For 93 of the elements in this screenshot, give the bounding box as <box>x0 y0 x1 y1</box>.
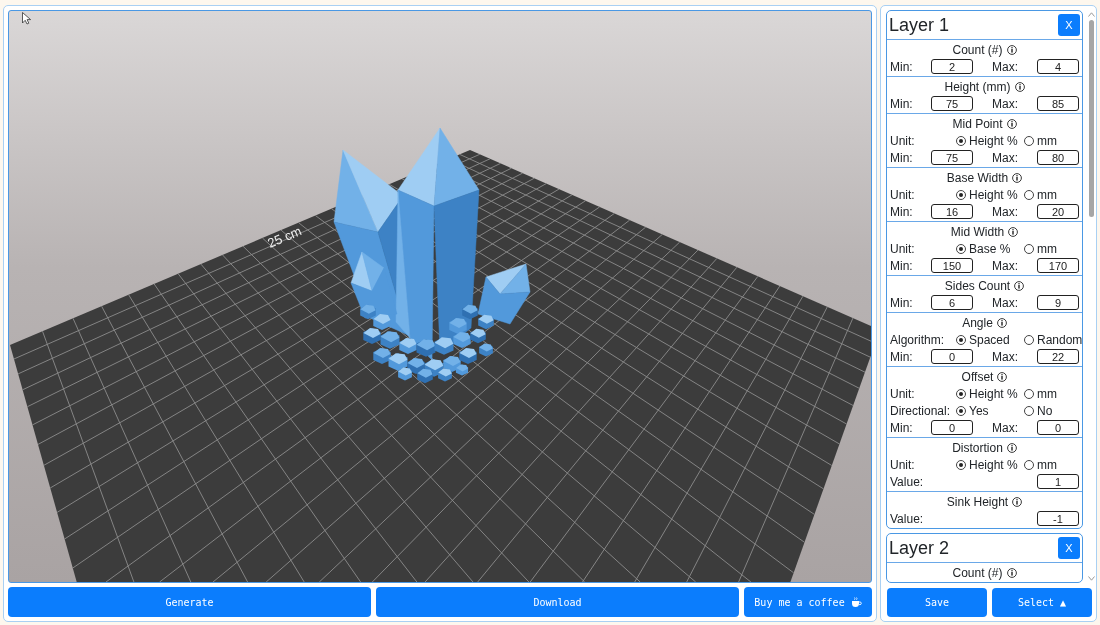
field-label: Max: <box>992 420 1019 435</box>
layer-title: Layer 2 <box>889 537 950 559</box>
field-label: Min: <box>890 96 914 111</box>
section-title: Offset <box>961 369 994 384</box>
action-button[interactable]: Download <box>376 587 739 617</box>
field-label: Max: <box>992 258 1019 273</box>
number-field[interactable]: 22 <box>1037 349 1079 364</box>
radio-label[interactable]: No <box>1037 403 1053 418</box>
radio-label[interactable]: mm <box>1037 457 1057 472</box>
coffee-cup-icon <box>850 596 862 608</box>
radio-label[interactable]: Height % <box>969 187 1018 202</box>
radio-label[interactable]: mm <box>1037 133 1057 148</box>
field-label: Min: <box>890 258 914 273</box>
field-label: Unit: <box>890 133 916 148</box>
info-icon[interactable] <box>1006 442 1017 453</box>
number-field[interactable]: 9 <box>1037 295 1079 310</box>
field-label: Min: <box>890 59 914 74</box>
number-field[interactable]: 85 <box>1037 96 1079 111</box>
radio-label[interactable]: Height % <box>969 133 1018 148</box>
close-button[interactable]: X <box>1058 14 1080 36</box>
section-title: Mid Point <box>952 116 1003 131</box>
info-icon[interactable] <box>1008 226 1019 237</box>
field-label: Value: <box>890 511 925 526</box>
field-label: Max: <box>992 295 1019 310</box>
action-button[interactable]: Save <box>887 588 987 617</box>
number-field[interactable]: 0 <box>931 420 973 435</box>
info-icon[interactable] <box>1006 567 1017 578</box>
field-label: Max: <box>992 96 1019 111</box>
number-field[interactable]: 20 <box>1037 204 1079 219</box>
section-title: Count (#) <box>952 42 1003 57</box>
number-field[interactable]: 1 <box>1037 474 1079 489</box>
field-label: Min: <box>890 150 914 165</box>
info-icon[interactable] <box>1006 118 1017 129</box>
field-label: Unit: <box>890 241 916 256</box>
number-field[interactable]: -1 <box>1037 511 1079 526</box>
plate-label: 25 cm <box>265 223 304 251</box>
number-field[interactable]: 75 <box>931 96 973 111</box>
section-title: Base Width <box>946 170 1009 185</box>
layer-title: Layer 1 <box>889 14 950 36</box>
3d-viewport[interactable]: 25 cm <box>8 10 872 583</box>
number-field[interactable]: 16 <box>931 204 973 219</box>
number-field[interactable]: 170 <box>1037 258 1079 273</box>
number-field[interactable]: 75 <box>931 150 973 165</box>
number-field[interactable]: 150 <box>931 258 973 273</box>
section-title: Sink Height <box>946 494 1009 509</box>
section-title: Sides Count <box>944 278 1011 293</box>
field-label: Unit: <box>890 457 916 472</box>
section-title: Angle <box>962 315 993 330</box>
number-field[interactable]: 4 <box>1037 59 1079 74</box>
radio-label[interactable]: Spaced <box>969 332 1010 347</box>
number-field[interactable]: 0 <box>931 349 973 364</box>
radio-label[interactable]: Yes <box>969 403 989 418</box>
field-label: Max: <box>992 150 1019 165</box>
field-label: Max: <box>992 59 1019 74</box>
info-icon[interactable] <box>997 371 1008 382</box>
info-icon[interactable] <box>1006 44 1017 55</box>
section-title: Distortion <box>952 440 1003 455</box>
field-label: Min: <box>890 420 914 435</box>
field-label: Min: <box>890 295 914 310</box>
field-label: Value: <box>890 474 925 489</box>
field-label: Max: <box>992 204 1019 219</box>
donate-button[interactable]: Buy me a coffee <box>744 587 872 617</box>
number-field[interactable]: 6 <box>931 295 973 310</box>
radio-label[interactable]: Base % <box>969 241 1011 256</box>
action-button[interactable]: Select ▲ <box>992 588 1092 617</box>
scrollbar-thumb[interactable] <box>1089 20 1094 217</box>
radio-label[interactable]: mm <box>1037 187 1057 202</box>
action-button[interactable]: Generate <box>8 587 371 617</box>
field-label: Algorithm: <box>890 332 946 347</box>
number-field[interactable]: 80 <box>1037 150 1079 165</box>
field-label: Unit: <box>890 386 916 401</box>
info-icon[interactable] <box>996 317 1007 328</box>
radio-label[interactable]: Random <box>1037 332 1083 347</box>
cursor-icon <box>22 12 31 25</box>
info-icon[interactable] <box>1012 496 1023 507</box>
section-title: Count (#) <box>952 565 1003 580</box>
field-label: Min: <box>890 204 914 219</box>
field-label: Directional: <box>890 403 952 418</box>
field-label: Max: <box>992 349 1019 364</box>
field-label: Unit: <box>890 187 916 202</box>
number-field[interactable]: 2 <box>931 59 973 74</box>
number-field[interactable]: 0 <box>1037 420 1079 435</box>
info-icon[interactable] <box>1014 280 1025 291</box>
close-button[interactable]: X <box>1058 537 1080 559</box>
field-label: Min: <box>890 349 914 364</box>
section-title: Height (mm) <box>944 79 1011 94</box>
radio-label[interactable]: mm <box>1037 241 1057 256</box>
info-icon[interactable] <box>1012 172 1023 183</box>
section-title: Mid Width <box>950 224 1005 239</box>
radio-label[interactable]: mm <box>1037 386 1057 401</box>
info-icon[interactable] <box>1014 81 1025 92</box>
radio-label[interactable]: Height % <box>969 457 1018 472</box>
radio-label[interactable]: Height % <box>969 386 1018 401</box>
